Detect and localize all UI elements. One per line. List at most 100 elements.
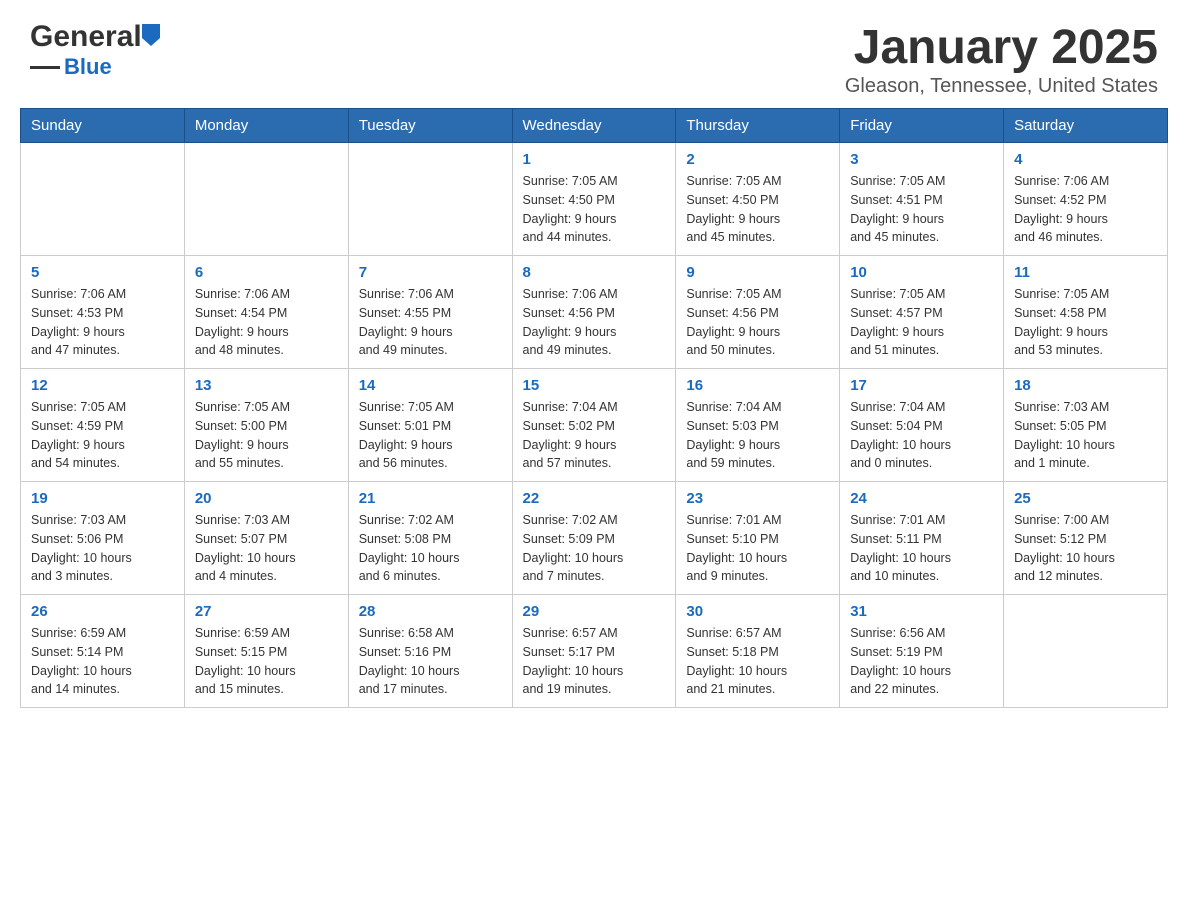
day-number: 30 xyxy=(686,603,829,620)
calendar-cell: 9 Sunrise: 7:05 AMSunset: 4:56 PMDaylight… xyxy=(676,256,840,369)
day-number: 26 xyxy=(31,603,174,620)
logo-general-text: General xyxy=(30,20,142,54)
day-of-week-monday: Monday xyxy=(184,109,348,143)
day-number: 8 xyxy=(523,264,666,281)
calendar-body: 1 Sunrise: 7:05 AMSunset: 4:50 PMDaylight… xyxy=(21,143,1168,708)
day-info: Sunrise: 7:06 AMSunset: 4:55 PMDaylight:… xyxy=(359,285,502,360)
day-number: 27 xyxy=(195,603,338,620)
calendar-cell: 12Sunrise: 7:05 AMSunset: 4:59 PMDayligh… xyxy=(21,369,185,482)
calendar-cell: 30Sunrise: 6:57 AMSunset: 5:18 PMDayligh… xyxy=(676,595,840,708)
day-number: 23 xyxy=(686,490,829,507)
calendar-cell: 26 Sunrise: 6:59 AMSunset: 5:14 PMDayligh… xyxy=(21,595,185,708)
day-info: Sunrise: 6:59 AMSunset: 5:14 PMDaylight:… xyxy=(31,624,174,699)
calendar-cell: 28Sunrise: 6:58 AMSunset: 5:16 PMDayligh… xyxy=(348,595,512,708)
day-of-week-saturday: Saturday xyxy=(1004,109,1168,143)
day-info: Sunrise: 7:03 AMSunset: 5:05 PMDaylight:… xyxy=(1014,398,1157,473)
day-info: Sunrise: 7:05 AMSunset: 4:50 PMDaylight:… xyxy=(686,172,829,247)
calendar-cell: 19Sunrise: 7:03 AMSunset: 5:06 PMDayligh… xyxy=(21,482,185,595)
day-info: Sunrise: 7:06 AMSunset: 4:54 PMDaylight:… xyxy=(195,285,338,360)
calendar-cell: 6 Sunrise: 7:06 AMSunset: 4:54 PMDaylight… xyxy=(184,256,348,369)
days-of-week-row: SundayMondayTuesdayWednesdayThursdayFrid… xyxy=(21,109,1168,143)
page-subtitle: Gleason, Tennessee, United States xyxy=(845,75,1158,98)
day-info: Sunrise: 7:04 AMSunset: 5:02 PMDaylight:… xyxy=(523,398,666,473)
day-info: Sunrise: 6:56 AMSunset: 5:19 PMDaylight:… xyxy=(850,624,993,699)
day-info: Sunrise: 7:05 AMSunset: 5:00 PMDaylight:… xyxy=(195,398,338,473)
day-number: 4 xyxy=(1014,151,1157,168)
calendar-cell: 4 Sunrise: 7:06 AMSunset: 4:52 PMDaylight… xyxy=(1004,143,1168,256)
day-number: 21 xyxy=(359,490,502,507)
calendar-cell: 8 Sunrise: 7:06 AMSunset: 4:56 PMDaylight… xyxy=(512,256,676,369)
day-number: 22 xyxy=(523,490,666,507)
day-number: 18 xyxy=(1014,377,1157,394)
day-info: Sunrise: 7:05 AMSunset: 4:56 PMDaylight:… xyxy=(686,285,829,360)
calendar-table: SundayMondayTuesdayWednesdayThursdayFrid… xyxy=(20,108,1168,708)
calendar-cell: 31 Sunrise: 6:56 AMSunset: 5:19 PMDayligh… xyxy=(840,595,1004,708)
day-number: 25 xyxy=(1014,490,1157,507)
page-title: January 2025 xyxy=(845,20,1158,75)
day-info: Sunrise: 7:04 AMSunset: 5:04 PMDaylight:… xyxy=(850,398,993,473)
calendar-cell: 21 Sunrise: 7:02 AMSunset: 5:08 PMDayligh… xyxy=(348,482,512,595)
calendar-cell: 17 Sunrise: 7:04 AMSunset: 5:04 PMDayligh… xyxy=(840,369,1004,482)
day-number: 6 xyxy=(195,264,338,281)
day-number: 20 xyxy=(195,490,338,507)
day-number: 17 xyxy=(850,377,993,394)
day-of-week-thursday: Thursday xyxy=(676,109,840,143)
day-number: 31 xyxy=(850,603,993,620)
calendar-cell: 22Sunrise: 7:02 AMSunset: 5:09 PMDayligh… xyxy=(512,482,676,595)
calendar-cell: 2 Sunrise: 7:05 AMSunset: 4:50 PMDaylight… xyxy=(676,143,840,256)
calendar-cell: 18 Sunrise: 7:03 AMSunset: 5:05 PMDayligh… xyxy=(1004,369,1168,482)
logo: General Blue xyxy=(30,20,160,80)
day-info: Sunrise: 7:01 AMSunset: 5:10 PMDaylight:… xyxy=(686,511,829,586)
day-of-week-wednesday: Wednesday xyxy=(512,109,676,143)
day-number: 11 xyxy=(1014,264,1157,281)
day-number: 19 xyxy=(31,490,174,507)
calendar-cell: 14 Sunrise: 7:05 AMSunset: 5:01 PMDayligh… xyxy=(348,369,512,482)
day-info: Sunrise: 7:03 AMSunset: 5:07 PMDaylight:… xyxy=(195,511,338,586)
day-info: Sunrise: 7:05 AMSunset: 4:50 PMDaylight:… xyxy=(523,172,666,247)
day-of-week-friday: Friday xyxy=(840,109,1004,143)
day-number: 7 xyxy=(359,264,502,281)
day-of-week-tuesday: Tuesday xyxy=(348,109,512,143)
day-info: Sunrise: 6:57 AMSunset: 5:17 PMDaylight:… xyxy=(523,624,666,699)
day-number: 1 xyxy=(523,151,666,168)
day-info: Sunrise: 7:00 AMSunset: 5:12 PMDaylight:… xyxy=(1014,511,1157,586)
day-info: Sunrise: 7:06 AMSunset: 4:56 PMDaylight:… xyxy=(523,285,666,360)
calendar-week-4: 19Sunrise: 7:03 AMSunset: 5:06 PMDayligh… xyxy=(21,482,1168,595)
day-number: 14 xyxy=(359,377,502,394)
calendar-cell: 23 Sunrise: 7:01 AMSunset: 5:10 PMDayligh… xyxy=(676,482,840,595)
day-info: Sunrise: 7:05 AMSunset: 4:51 PMDaylight:… xyxy=(850,172,993,247)
calendar-cell xyxy=(1004,595,1168,708)
day-number: 2 xyxy=(686,151,829,168)
logo-arrow-icon xyxy=(142,24,160,51)
calendar-cell: 7 Sunrise: 7:06 AMSunset: 4:55 PMDaylight… xyxy=(348,256,512,369)
calendar-cell: 5Sunrise: 7:06 AMSunset: 4:53 PMDaylight… xyxy=(21,256,185,369)
calendar-cell: 24 Sunrise: 7:01 AMSunset: 5:11 PMDayligh… xyxy=(840,482,1004,595)
day-number: 13 xyxy=(195,377,338,394)
calendar-week-1: 1 Sunrise: 7:05 AMSunset: 4:50 PMDaylight… xyxy=(21,143,1168,256)
day-info: Sunrise: 7:06 AMSunset: 4:53 PMDaylight:… xyxy=(31,285,174,360)
day-of-week-sunday: Sunday xyxy=(21,109,185,143)
day-info: Sunrise: 7:05 AMSunset: 5:01 PMDaylight:… xyxy=(359,398,502,473)
day-info: Sunrise: 7:02 AMSunset: 5:08 PMDaylight:… xyxy=(359,511,502,586)
calendar-week-3: 12Sunrise: 7:05 AMSunset: 4:59 PMDayligh… xyxy=(21,369,1168,482)
day-info: Sunrise: 6:59 AMSunset: 5:15 PMDaylight:… xyxy=(195,624,338,699)
logo-line xyxy=(30,66,60,69)
calendar-header: SundayMondayTuesdayWednesdayThursdayFrid… xyxy=(21,109,1168,143)
calendar-week-2: 5Sunrise: 7:06 AMSunset: 4:53 PMDaylight… xyxy=(21,256,1168,369)
day-number: 24 xyxy=(850,490,993,507)
calendar-cell xyxy=(184,143,348,256)
calendar-cell: 16 Sunrise: 7:04 AMSunset: 5:03 PMDayligh… xyxy=(676,369,840,482)
day-number: 3 xyxy=(850,151,993,168)
day-number: 16 xyxy=(686,377,829,394)
calendar-cell: 25 Sunrise: 7:00 AMSunset: 5:12 PMDayligh… xyxy=(1004,482,1168,595)
calendar-cell: 13 Sunrise: 7:05 AMSunset: 5:00 PMDayligh… xyxy=(184,369,348,482)
title-block: January 2025 Gleason, Tennessee, United … xyxy=(845,20,1158,98)
calendar-cell: 27 Sunrise: 6:59 AMSunset: 5:15 PMDayligh… xyxy=(184,595,348,708)
day-number: 28 xyxy=(359,603,502,620)
day-number: 9 xyxy=(686,264,829,281)
day-info: Sunrise: 7:04 AMSunset: 5:03 PMDaylight:… xyxy=(686,398,829,473)
calendar-cell: 1 Sunrise: 7:05 AMSunset: 4:50 PMDaylight… xyxy=(512,143,676,256)
calendar-cell: 20 Sunrise: 7:03 AMSunset: 5:07 PMDayligh… xyxy=(184,482,348,595)
day-info: Sunrise: 7:06 AMSunset: 4:52 PMDaylight:… xyxy=(1014,172,1157,247)
day-info: Sunrise: 7:01 AMSunset: 5:11 PMDaylight:… xyxy=(850,511,993,586)
